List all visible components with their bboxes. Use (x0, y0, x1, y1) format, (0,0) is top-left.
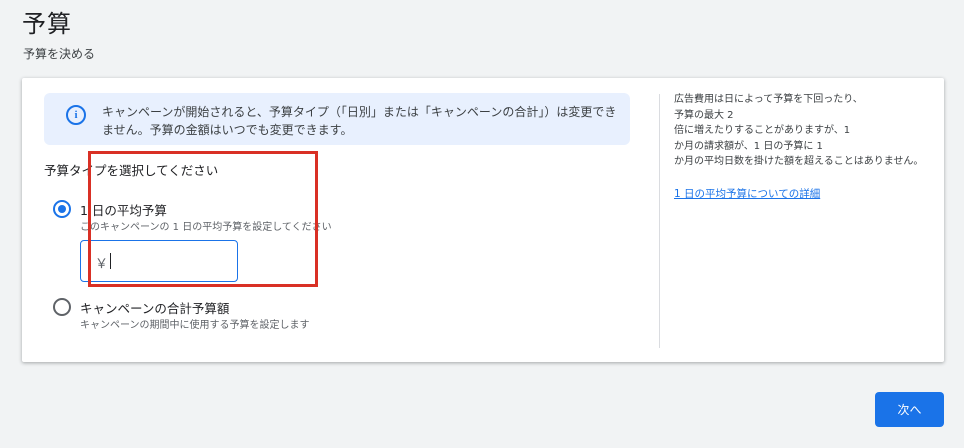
next-button[interactable]: 次へ (875, 392, 944, 427)
page-subtitle: 予算を決める (23, 47, 96, 61)
total-budget-label[interactable]: キャンペーンの合計予算額 (80, 298, 229, 317)
info-banner: i キャンペーンが開始されると、予算タイプ（「日別」または「キャンペーンの合計」… (44, 93, 630, 145)
total-budget-description: キャンペーンの期間中に使用する予算を設定します (80, 320, 310, 331)
page-title: 予算 (22, 10, 72, 38)
help-text: 広告費用は日によって予算を下回ったり、 予算の最大 2 倍に増えたりすることがあ… (674, 94, 924, 167)
budget-card: i キャンペーンが開始されると、予算タイプ（「日別」または「キャンペーンの合計」… (22, 78, 944, 362)
highlight-annotation (88, 151, 318, 287)
daily-budget-help-link[interactable]: 1 日の平均予算についての詳細 (674, 186, 820, 201)
daily-budget-radio[interactable] (53, 200, 71, 218)
panel-divider (659, 94, 660, 348)
info-icon: i (66, 105, 86, 125)
total-budget-radio[interactable] (53, 298, 71, 316)
info-banner-text: キャンペーンが開始されると、予算タイプ（「日別」または「キャンペーンの合計」）は… (102, 105, 617, 137)
